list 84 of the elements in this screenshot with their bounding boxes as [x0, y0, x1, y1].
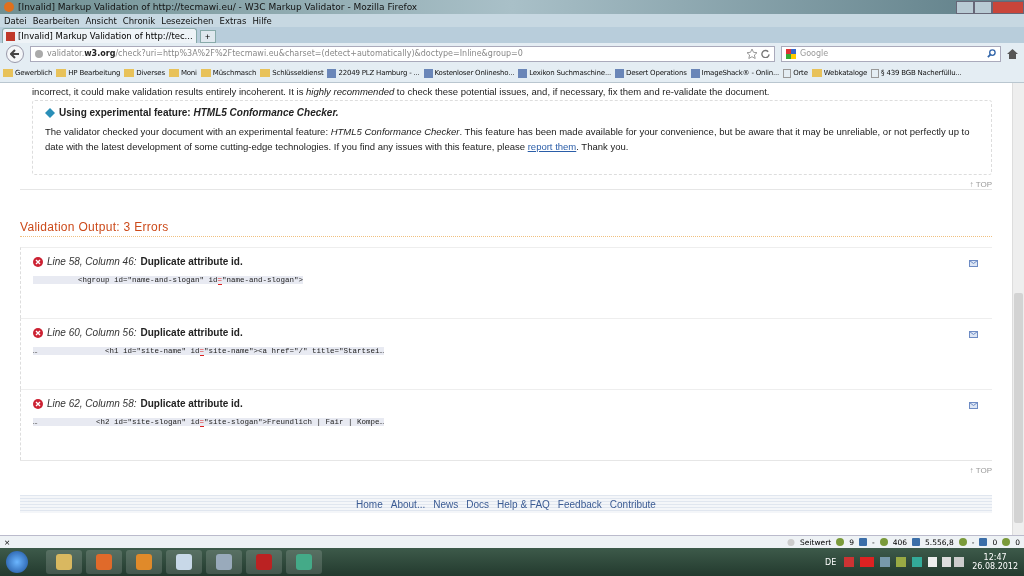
start-button[interactable] — [6, 551, 28, 573]
site-icon — [423, 68, 433, 78]
error-location: Line 58, Column 46: — [47, 256, 137, 267]
intro-text: incorrect, it could make validation results entirely incoherent. It is highly recommended to check these potential issues, and, if necessary, fix them and re-validate the document. — [32, 86, 771, 98]
rank-icon — [879, 538, 888, 546]
menu-item[interactable]: Extras — [219, 15, 247, 26]
folder-icon — [200, 69, 211, 77]
notice-title: Using experimental feature: HTML5 Conformance Checker. — [59, 107, 339, 118]
error-icon — [33, 327, 43, 338]
footer-link[interactable]: Docs — [466, 498, 490, 510]
app-icon — [136, 554, 152, 570]
taskbar-app[interactable] — [286, 550, 322, 574]
menu-item[interactable]: Datei — [4, 15, 27, 26]
back-arrow-icon — [10, 48, 20, 59]
address-field[interactable]: validator.w3.org/check?uri=http%3A%2F%2Ftecmawi.eu&charset=(detect+automatically)&doctype=Inline&group=0 — [30, 45, 775, 62]
error-message: Duplicate attribute id. — [140, 256, 243, 267]
favicon-icon — [6, 31, 15, 41]
search-icon[interactable] — [987, 49, 996, 58]
star-icon[interactable] — [747, 48, 757, 59]
app-icon — [216, 554, 232, 570]
scrollbar[interactable] — [1012, 83, 1024, 535]
info-icon — [45, 107, 55, 118]
rank-icon — [859, 538, 868, 546]
maximize-button[interactable] — [974, 0, 992, 14]
page-icon — [871, 68, 880, 78]
footer-link[interactable]: News — [433, 498, 459, 510]
rank-icon — [836, 538, 845, 546]
folder-icon — [124, 69, 135, 77]
folder-icon — [168, 69, 179, 77]
menu-item[interactable]: Ansicht — [85, 15, 117, 26]
minimize-button[interactable] — [956, 0, 974, 14]
menu-item[interactable]: Chronik — [122, 15, 156, 26]
taskbar-app[interactable] — [126, 550, 162, 574]
error-location: Line 62, Column 58: — [47, 398, 137, 409]
mail-icon[interactable] — [969, 402, 978, 409]
footer-link[interactable]: Feedback — [557, 498, 602, 510]
folder-icon — [56, 69, 67, 77]
clock[interactable]: 12:47 26.08.2012 — [972, 553, 1018, 571]
footer-link[interactable]: Home — [356, 498, 383, 510]
menu-item[interactable]: Hilfe — [252, 15, 272, 26]
app-icon — [256, 554, 272, 570]
notice-text: The validator checked your document with an experimental feature: HTML5 Conformance Checker. This feature has been made available for your convenience, but be aware that it may be unreliable, or not perfectly up to date with the latest development of some cutting-edge technologies. If you find any issues with this feature, please report them. Thank you. — [45, 125, 971, 154]
rank-icon — [979, 538, 988, 546]
app-icon — [296, 554, 312, 570]
app-icon — [176, 554, 192, 570]
footer-link[interactable]: Help & FAQ — [497, 498, 550, 510]
rank-icon — [1002, 538, 1011, 546]
error-message: Duplicate attribute id. — [140, 327, 243, 338]
mail-icon[interactable] — [969, 260, 978, 267]
folder-icon — [3, 69, 13, 77]
site-icon — [327, 68, 337, 78]
taskbar-app[interactable] — [166, 550, 202, 574]
back-button[interactable] — [6, 44, 24, 63]
menu-item[interactable]: Bearbeiten — [32, 15, 80, 26]
taskbar-app[interactable] — [86, 550, 122, 574]
reload-icon[interactable] — [761, 49, 770, 58]
site-icon — [690, 68, 700, 78]
error-icon — [33, 398, 43, 409]
error-icon — [33, 256, 43, 267]
browser-tab[interactable]: [Invalid] Markup Validation of http://tec... — [2, 28, 197, 43]
site-icon — [615, 68, 624, 78]
footer-link[interactable]: About... — [390, 498, 426, 510]
app-icon — [96, 554, 112, 570]
menu-item[interactable]: Lesezeichen — [161, 15, 214, 26]
site-icon — [518, 68, 528, 78]
home-icon[interactable] — [1007, 48, 1018, 59]
folder-icon — [811, 69, 822, 77]
error-location: Line 60, Column 56: — [47, 327, 137, 338]
taskbar-app[interactable] — [206, 550, 242, 574]
app-icon — [56, 554, 72, 570]
taskbar-app[interactable] — [46, 550, 82, 574]
google-icon — [786, 48, 796, 59]
language-indicator[interactable]: DE — [824, 557, 837, 567]
rank-icon — [912, 538, 921, 546]
firefox-icon — [4, 2, 14, 12]
footer-link[interactable]: Contribute — [609, 498, 656, 510]
new-tab-button[interactable]: + — [199, 30, 216, 43]
rank-icon — [958, 538, 967, 546]
window-title: [Invalid] Markup Validation of http://tecmawi.eu/ - W3C Markup Validator - Mozilla Firefox — [18, 2, 418, 12]
page-icon — [783, 68, 792, 78]
mail-icon[interactable] — [969, 331, 978, 338]
output-heading: Validation Output: 3 Errors — [20, 220, 992, 237]
error-message: Duplicate attribute id. — [140, 398, 243, 409]
folder-icon — [260, 69, 271, 77]
